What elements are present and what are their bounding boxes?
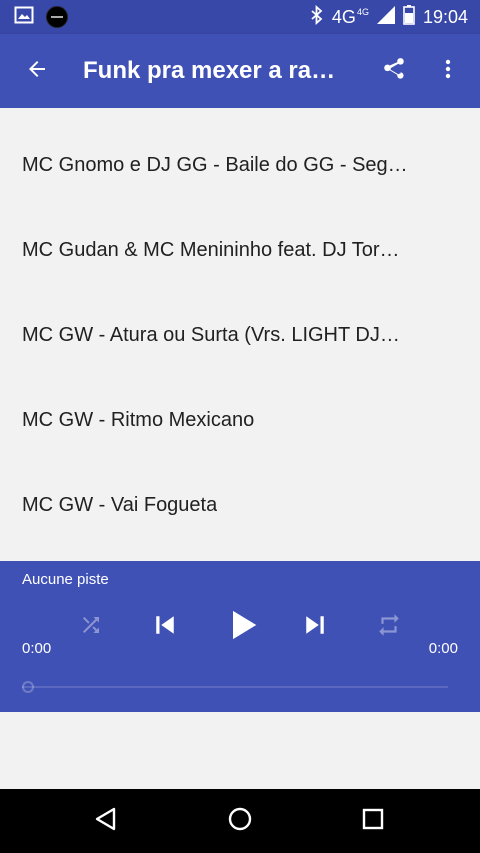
skip-next-icon xyxy=(300,610,330,645)
list-item[interactable]: MC GW - Atura ou Surta (Vrs. LIGHT DJ… xyxy=(0,293,480,378)
nav-home-button[interactable] xyxy=(216,797,264,845)
track-title: MC GW - Atura ou Surta (Vrs. LIGHT DJ… xyxy=(22,324,400,346)
shuffle-icon xyxy=(79,613,103,642)
track-title: MC GW - Ritmo Mexicano xyxy=(22,409,255,431)
play-button[interactable] xyxy=(214,601,272,653)
list-item[interactable]: MC GW - Vai Fogueta xyxy=(0,463,480,548)
signal-icon xyxy=(376,5,395,29)
skip-previous-icon xyxy=(150,610,180,645)
seek-thumb[interactable] xyxy=(22,681,34,693)
back-button[interactable] xyxy=(13,47,61,95)
share-icon xyxy=(381,56,407,87)
shuffle-button[interactable] xyxy=(68,601,114,653)
track-title: MC Gnomo e DJ GG - Baile do GG - Seg… xyxy=(22,154,408,176)
status-bar: 4G 4G 19:04 xyxy=(0,0,480,34)
empty-area xyxy=(0,712,480,789)
track-title: MC Gudan & MC Menininho feat. DJ Tor… xyxy=(22,239,400,261)
next-button[interactable] xyxy=(291,601,339,653)
more-vert-icon xyxy=(436,57,460,86)
home-circle-icon xyxy=(227,806,253,837)
player-panel: Aucune piste 0:00 0:00 xyxy=(0,561,480,712)
status-left xyxy=(14,5,68,30)
arrow-back-icon xyxy=(25,57,49,86)
clock: 19:04 xyxy=(422,6,468,27)
repeat-button[interactable] xyxy=(366,601,412,653)
play-icon xyxy=(223,605,263,650)
page-title: Funk pra mexer a ra… xyxy=(83,57,336,84)
nav-back-button[interactable] xyxy=(82,797,130,845)
system-nav-bar xyxy=(0,789,480,853)
bluetooth-icon xyxy=(310,4,324,30)
seek-track xyxy=(22,686,448,688)
current-track-name: Aucune piste xyxy=(22,571,109,588)
more-options-button[interactable] xyxy=(424,47,472,95)
total-time: 0:00 xyxy=(428,640,458,657)
track-list: MC Gnomo e DJ GG - Baile do GG - Seg… MC… xyxy=(0,108,480,561)
repeat-icon xyxy=(376,612,402,643)
status-right: 4G 4G 19:04 xyxy=(310,4,468,30)
image-icon xyxy=(14,5,34,30)
nav-recents-button[interactable] xyxy=(349,797,397,845)
vinyl-icon xyxy=(46,6,68,28)
track-title: MC GW - Vai Fogueta xyxy=(22,494,218,516)
app-bar: Funk pra mexer a ra… xyxy=(0,34,480,108)
back-triangle-icon xyxy=(93,806,119,837)
recents-square-icon xyxy=(361,807,385,836)
list-item[interactable]: MC Gudan & MC Menininho feat. DJ Tor… xyxy=(0,208,480,293)
battery-icon xyxy=(403,4,415,30)
seek-bar[interactable] xyxy=(22,681,448,693)
share-button[interactable] xyxy=(370,47,418,95)
list-item[interactable]: MC GW - Ritmo Mexicano xyxy=(0,378,480,463)
list-item[interactable]: MC Gnomo e DJ GG - Baile do GG - Seg… xyxy=(0,123,480,208)
network-indicator: 4G 4G xyxy=(331,6,369,27)
player-controls xyxy=(0,601,480,653)
elapsed-time: 0:00 xyxy=(22,640,52,657)
previous-button[interactable] xyxy=(141,601,189,653)
